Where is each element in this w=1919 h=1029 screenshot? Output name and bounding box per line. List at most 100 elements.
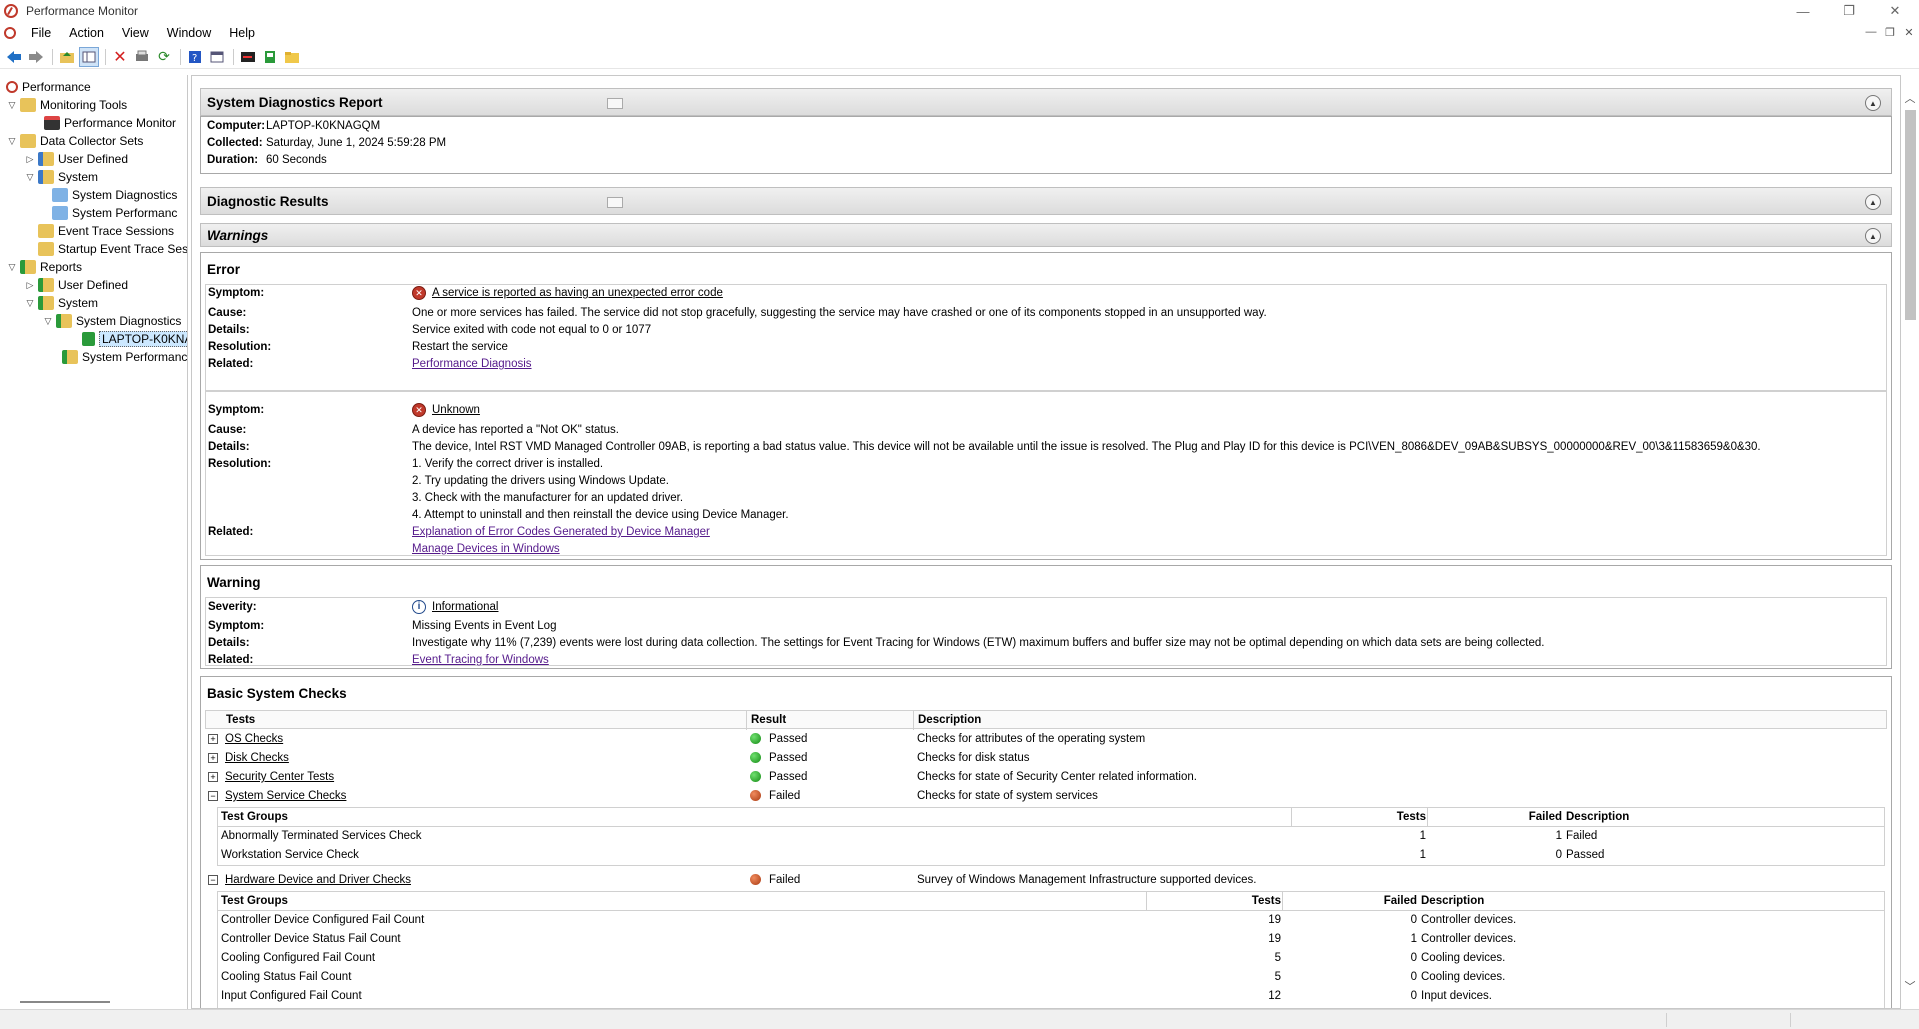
collapse-icon[interactable]: ▲ [1865, 228, 1881, 244]
chevron-down-icon[interactable]: ▽ [6, 136, 18, 147]
export-icon[interactable] [132, 47, 152, 67]
up-folder-icon[interactable] [57, 47, 77, 67]
mdi-restore-icon[interactable]: ❐ [1881, 26, 1899, 39]
table-icon[interactable] [607, 197, 623, 208]
chevron-down-icon[interactable]: ▽ [42, 316, 54, 327]
help-icon[interactable]: ? [185, 47, 205, 67]
system-service-checks-link[interactable]: System Service Checks [225, 787, 346, 806]
properties-icon[interactable] [207, 47, 227, 67]
tree-item-dcs-system-performance[interactable]: System Performanc [50, 204, 177, 222]
scroll-thumb[interactable] [1905, 110, 1916, 320]
hardware-checks-link[interactable]: Hardware Device and Driver Checks [225, 871, 411, 890]
chevron-right-icon[interactable]: ▷ [24, 280, 36, 291]
tree-item-report-laptop[interactable]: LAPTOP-K0KNA [80, 330, 187, 348]
os-checks-link[interactable]: OS Checks [225, 730, 283, 749]
link-event-tracing[interactable]: Event Tracing for Windows [412, 654, 549, 666]
refresh-icon[interactable]: ⟳ [154, 47, 174, 67]
close-icon[interactable]: ✕ [1872, 0, 1918, 22]
tree-item-reports-user-defined[interactable]: ▷ User Defined [24, 276, 128, 294]
scroll-up-icon[interactable]: ︿ [1904, 90, 1916, 106]
disk-checks-link[interactable]: Disk Checks [225, 749, 289, 768]
checks-row-security: + Security Center Tests Passed Checks fo… [205, 768, 1887, 787]
scroll-down-icon[interactable]: ﹀ [1904, 978, 1916, 994]
svg-text:?: ? [192, 53, 197, 64]
status-passed-icon [750, 752, 761, 764]
toolbar: ✕ ⟳ ? [0, 45, 1919, 69]
tree-item-reports-system-diagnostics[interactable]: ▽ System Diagnostics [42, 312, 181, 330]
diagnostic-results-title: Diagnostic Results [207, 193, 329, 209]
service-table-header: Test Groups Tests Failed Description [218, 808, 1884, 827]
new-report-icon[interactable] [260, 47, 280, 67]
collapse-row-icon[interactable]: − [208, 874, 218, 885]
folder-icon [20, 134, 36, 148]
tree-item-dcs-system-diagnostics[interactable]: System Diagnostics [50, 186, 177, 204]
warning-details: Investigate why 11% (7,239) events were … [412, 637, 1545, 649]
tree-item-dcs-user-defined[interactable]: ▷ User Defined [24, 150, 128, 168]
chevron-down-icon[interactable]: ▽ [6, 100, 18, 111]
collapse-icon[interactable]: ▲ [1865, 95, 1881, 111]
expand-icon[interactable]: + [208, 771, 218, 782]
performance-icon [6, 81, 18, 93]
error-1-cause: One or more services has failed. The ser… [412, 307, 1267, 319]
diagnostic-results-header: Diagnostic Results ▲ [200, 187, 1892, 215]
collapse-row-icon[interactable]: − [208, 790, 218, 801]
tree-item-dcs-system[interactable]: ▽ System [24, 168, 98, 186]
menu-action[interactable]: Action [60, 22, 113, 44]
menu-window[interactable]: Window [158, 22, 220, 44]
expand-icon[interactable]: + [208, 733, 218, 744]
collapse-icon[interactable]: ▲ [1865, 194, 1881, 210]
error-2-resolution-step: 2. Try updating the drivers using Window… [412, 475, 669, 487]
report-vertical-scrollbar[interactable]: ︿ ﹀ [1901, 88, 1919, 996]
open-folder-icon[interactable] [282, 47, 302, 67]
system-menu-icon[interactable] [4, 27, 16, 39]
expand-icon[interactable]: + [208, 752, 218, 763]
menu-help[interactable]: Help [220, 22, 264, 44]
chevron-right-icon[interactable]: ▷ [24, 154, 36, 165]
menu-file[interactable]: File [22, 22, 60, 44]
security-center-tests-link[interactable]: Security Center Tests [225, 768, 334, 787]
console-icon[interactable] [238, 47, 258, 67]
restore-icon[interactable]: ❐ [1826, 0, 1872, 22]
tree-item-reports[interactable]: ▽ Reports [6, 258, 82, 276]
delete-icon[interactable]: ✕ [110, 47, 130, 67]
checks-header-row: Tests Result Description [205, 710, 1887, 730]
info-icon: i [412, 600, 426, 614]
forward-icon[interactable] [26, 47, 46, 67]
status-passed-icon [750, 733, 761, 745]
tree-item-event-trace-sessions[interactable]: Event Trace Sessions [36, 222, 174, 240]
performance-monitor-icon [4, 4, 18, 18]
chevron-down-icon[interactable]: ▽ [6, 262, 18, 273]
warnings-header: Warnings ▲ [200, 223, 1892, 247]
collected-time: Saturday, June 1, 2024 5:59:28 PM [266, 137, 447, 149]
tree-item-data-collector-sets[interactable]: ▽ Data Collector Sets [6, 132, 143, 150]
link-error-codes-explanation[interactable]: Explanation of Error Codes Generated by … [412, 526, 710, 538]
table-row: Input Configured Fail Count 12 0 Input d… [221, 990, 1492, 1002]
link-performance-diagnosis[interactable]: Performance Diagnosis [412, 358, 532, 370]
report-header: System Diagnostics Report ▲ [200, 88, 1892, 116]
tree-item-reports-system[interactable]: ▽ System [24, 294, 98, 312]
report-pane: System Diagnostics Report ▲ Computer: LA… [191, 75, 1901, 1009]
data-collector-icon [52, 206, 68, 220]
tree-item-performance[interactable]: Performance [2, 78, 91, 96]
mdi-close-icon[interactable]: ✕ [1900, 26, 1918, 39]
tree-item-monitoring-tools[interactable]: ▽ Monitoring Tools [6, 96, 127, 114]
show-hide-tree-icon[interactable] [79, 46, 99, 67]
reports-folder-icon [62, 350, 78, 364]
tree-item-reports-system-performance[interactable]: System Performanc [60, 348, 187, 366]
table-icon[interactable] [607, 98, 623, 109]
tree-item-startup-event-trace[interactable]: Startup Event Trace Sess [36, 240, 187, 258]
chevron-down-icon[interactable]: ▽ [24, 172, 36, 183]
tree-item-performance-monitor[interactable]: Performance Monitor [30, 114, 176, 132]
chevron-down-icon[interactable]: ▽ [24, 298, 36, 309]
tree-horizontal-scrollbar[interactable] [20, 1001, 110, 1003]
error-1-symptom: A service is reported as having an unexp… [432, 287, 723, 300]
error-2-resolution-step: 4. Attempt to uninstall and then reinsta… [412, 509, 789, 521]
navigation-tree: Performance ▽ Monitoring Tools Performan… [0, 75, 188, 1009]
mdi-minimize-icon[interactable]: — [1862, 26, 1880, 38]
minimize-icon[interactable]: — [1780, 0, 1826, 22]
checks-row-disk: + Disk Checks Passed Checks for disk sta… [205, 749, 1887, 768]
warnings-title: Warnings [207, 227, 269, 243]
menu-view[interactable]: View [113, 22, 158, 44]
link-manage-devices[interactable]: Manage Devices in Windows [412, 543, 560, 555]
back-icon[interactable] [4, 47, 24, 67]
